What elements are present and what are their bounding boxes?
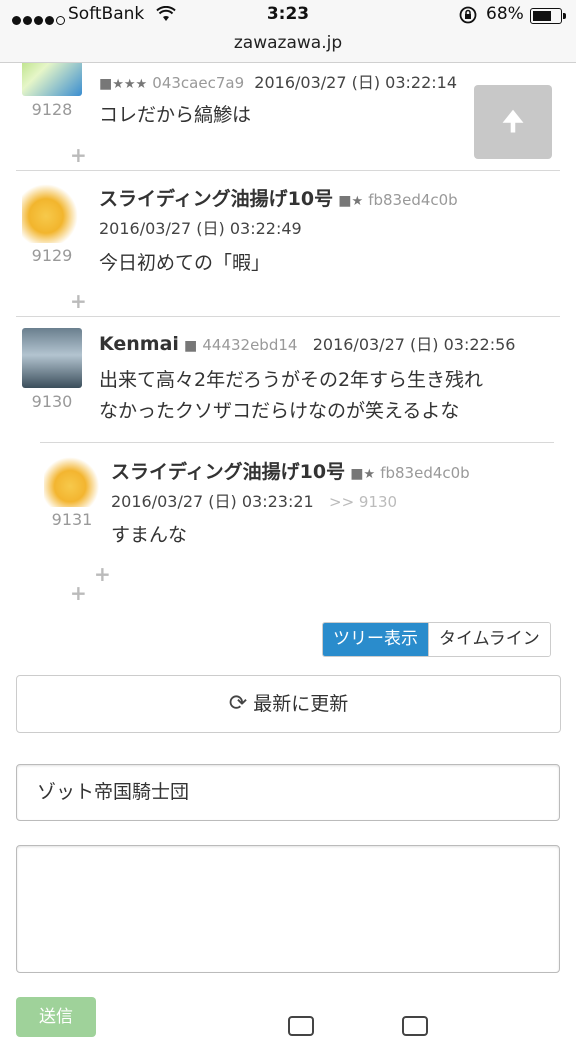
url-bar[interactable]: zawazawa.jp	[0, 33, 576, 53]
user-icon: ■	[350, 466, 364, 482]
user-icon: ■	[99, 76, 113, 92]
comment-body: すまんな	[111, 524, 188, 546]
expand-plus-icon[interactable]: +	[70, 143, 87, 167]
expand-plus-icon[interactable]: +	[94, 562, 111, 586]
comment-body: 今日初めての「暇」	[99, 252, 271, 274]
expand-plus-icon[interactable]: +	[70, 581, 87, 605]
divider	[16, 170, 560, 171]
comment-meta: スライディング油揚げ10号 ■★ fb83ed4c0b	[99, 184, 458, 211]
checkbox-icon[interactable]	[402, 1016, 428, 1036]
comment-date: 2016/03/27 (日) 03:23:21	[111, 492, 314, 511]
name-field[interactable]: ゾット帝国騎士団	[16, 764, 560, 821]
battery-icon	[530, 8, 566, 24]
user-hash[interactable]: fb83ed4c0b	[380, 464, 470, 482]
user-hash[interactable]: 44432ebd14	[202, 336, 297, 354]
browser-chrome: SoftBank 3:23 68% zawazawa.jp	[0, 0, 576, 63]
comment-body-line: 出来て高々2年だろうがその2年すら生き残れ	[99, 369, 484, 391]
comment-meta: スライディング油揚げ10号 ■★ fb83ed4c0b	[111, 457, 470, 484]
comment-meta: Kenmai ■ 44432ebd14 2016/03/27 (日) 03:22…	[99, 331, 515, 355]
orientation-lock-icon	[458, 6, 478, 29]
send-button[interactable]: 送信	[16, 997, 96, 1037]
battery-percent: 68%	[486, 4, 524, 24]
scroll-to-top-button[interactable]: 🠉	[474, 85, 552, 159]
avatar[interactable]	[22, 328, 82, 388]
comment-body: コレだから縞鯵は	[99, 104, 252, 126]
comment-meta: ■★★★ 043caec7a9 2016/03/27 (日) 03:22:14	[99, 69, 457, 93]
comment-number[interactable]: 9128	[22, 100, 82, 119]
rank-stars-icon: ★★★	[112, 77, 148, 92]
avatar[interactable]	[22, 183, 82, 243]
tab-tree-view[interactable]: ツリー表示	[323, 623, 428, 656]
user-icon: ■	[338, 193, 352, 209]
expand-plus-icon[interactable]: +	[70, 289, 87, 313]
tab-timeline[interactable]: タイムライン	[428, 623, 550, 656]
view-toggle: ツリー表示 タイムライン	[322, 622, 551, 657]
refresh-icon: ⟳	[228, 691, 248, 716]
checkbox-icon[interactable]	[288, 1016, 314, 1036]
rank-stars-icon: ★	[351, 194, 364, 209]
arrow-up-icon: 🠉	[502, 107, 524, 137]
status-bar: SoftBank 3:23 68%	[0, 4, 576, 28]
user-hash[interactable]: 043caec7a9	[152, 74, 244, 92]
comment-date-row: 2016/03/27 (日) 03:23:21 >> 9130	[111, 488, 397, 512]
reply-link[interactable]: >> 9130	[329, 493, 397, 511]
user-name[interactable]: スライディング油揚げ10号	[99, 188, 333, 210]
comment-date: 2016/03/27 (日) 03:22:56	[312, 335, 516, 354]
comment-number[interactable]: 9131	[42, 510, 102, 529]
comment-body-line: なかったクソザコだらけなのが笑えるよな	[99, 400, 460, 422]
divider	[40, 442, 554, 443]
refresh-label: 最新に更新	[253, 693, 349, 715]
user-name[interactable]: Kenmai	[99, 333, 179, 355]
comment-textarea[interactable]	[16, 845, 560, 973]
user-name[interactable]: スライディング油揚げ10号	[111, 461, 345, 483]
divider	[16, 316, 560, 317]
refresh-button[interactable]: ⟳ 最新に更新	[16, 675, 561, 733]
user-icon: ■	[184, 338, 198, 354]
comment-number[interactable]: 9129	[22, 246, 82, 265]
comment-date: 2016/03/27 (日) 03:22:49	[99, 219, 302, 238]
comment-date: 2016/03/27 (日) 03:22:14	[254, 73, 458, 92]
rank-stars-icon: ★	[363, 467, 376, 482]
avatar[interactable]	[44, 455, 102, 507]
name-field-value: ゾット帝国騎士団	[37, 781, 190, 803]
user-hash[interactable]: fb83ed4c0b	[368, 191, 458, 209]
comment-number[interactable]: 9130	[22, 392, 82, 411]
comment-body: 出来て高々2年だろうがその2年すら生き残れ なかったクソザコだらけなのが笑えるよ…	[99, 365, 483, 427]
